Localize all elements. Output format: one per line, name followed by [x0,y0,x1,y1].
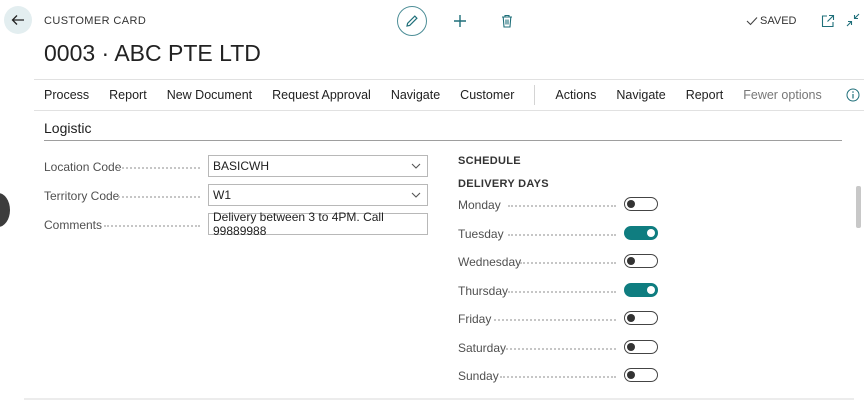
action-report-2[interactable]: Report [676,88,734,102]
toggle-knob [627,199,635,208]
location-code-label: Location Code [44,160,122,174]
toggle-monday[interactable] [624,197,658,211]
day-leader-dots [500,376,616,378]
info-button[interactable] [846,88,860,102]
schedule-heading: SCHEDULE [458,155,521,167]
action-customer[interactable]: Customer [450,88,524,102]
location-code-field[interactable]: BASICWH [208,155,428,177]
action-divider [534,85,536,105]
plus-icon [454,15,466,27]
toggle-knob [627,370,635,379]
trash-icon [502,14,512,28]
day-leader-dots [494,319,616,321]
info-icon [846,88,860,102]
back-button[interactable] [4,6,32,34]
action-process[interactable]: Process [34,88,99,102]
action-navigate-2[interactable]: Navigate [606,88,675,102]
territory-code-field[interactable]: W1 [208,184,428,206]
section-title: Logistic [44,120,92,136]
toggle-knob [627,342,635,351]
action-report[interactable]: Report [99,88,157,102]
chevron-down-icon[interactable] [411,162,421,170]
day-leader-dots [508,205,616,207]
day-leader-dots [508,234,616,236]
toggle-tuesday[interactable] [624,226,658,240]
day-leader-dots [520,262,616,264]
pencil-icon [406,15,418,27]
territory-code-value: W1 [213,188,231,202]
toggle-knob [627,313,635,322]
section-divider [44,140,842,141]
day-label-monday: Monday [458,198,501,212]
field-leader-dots [118,196,200,198]
day-leader-dots [506,348,616,350]
location-code-value: BASICWH [213,159,270,173]
action-bar: Process Report New Document Request Appr… [34,79,864,111]
edit-button[interactable] [397,6,427,36]
toggle-friday[interactable] [624,311,658,325]
new-button[interactable] [450,11,470,31]
comments-field[interactable]: Delivery between 3 to 4PM. Call 99889988 [208,210,428,238]
field-leader-dots [118,167,200,169]
toggle-knob [647,285,655,294]
delete-button[interactable] [498,11,516,31]
delivery-days-heading: DELIVERY DAYS [458,178,549,190]
back-arrow-icon [11,15,24,25]
day-label-thursday: Thursday [458,284,509,298]
action-navigate[interactable]: Navigate [381,88,450,102]
toggle-wednesday[interactable] [624,254,658,268]
toggle-knob [627,256,635,265]
side-panel-handle[interactable] [0,193,10,227]
fewer-options-button[interactable]: Fewer options [733,88,832,102]
bottom-divider [24,398,854,400]
saved-status: SAVED [746,15,796,27]
comments-value: Delivery between 3 to 4PM. Call 99889988 [213,210,384,238]
field-leader-dots [104,225,200,227]
collapse-button[interactable] [846,13,860,27]
checkmark-icon [746,17,758,26]
day-label-tuesday: Tuesday [458,227,504,241]
day-label-wednesday: Wednesday [458,255,522,269]
action-actions[interactable]: Actions [545,88,606,102]
open-in-new-icon [821,14,835,28]
territory-code-label: Territory Code [44,189,120,203]
day-leader-dots [508,291,616,293]
comments-label: Comments [44,218,103,232]
open-new-window-button[interactable] [821,14,835,28]
collapse-icon [846,13,860,27]
toggle-saturday[interactable] [624,340,658,354]
saved-label: SAVED [760,15,797,27]
action-new-document[interactable]: New Document [157,88,262,102]
toggle-knob [647,228,655,237]
chevron-down-icon[interactable] [411,191,421,199]
day-label-sunday: Sunday [458,369,499,383]
page-title: 0003 · ABC PTE LTD [44,40,261,66]
toggle-sunday[interactable] [624,368,658,382]
vertical-scrollbar[interactable] [856,186,861,228]
day-label-saturday: Saturday [458,341,507,355]
day-label-friday: Friday [458,312,492,326]
page-caption: CUSTOMER CARD [44,15,147,27]
action-request-approval[interactable]: Request Approval [262,88,381,102]
toggle-thursday[interactable] [624,283,658,297]
